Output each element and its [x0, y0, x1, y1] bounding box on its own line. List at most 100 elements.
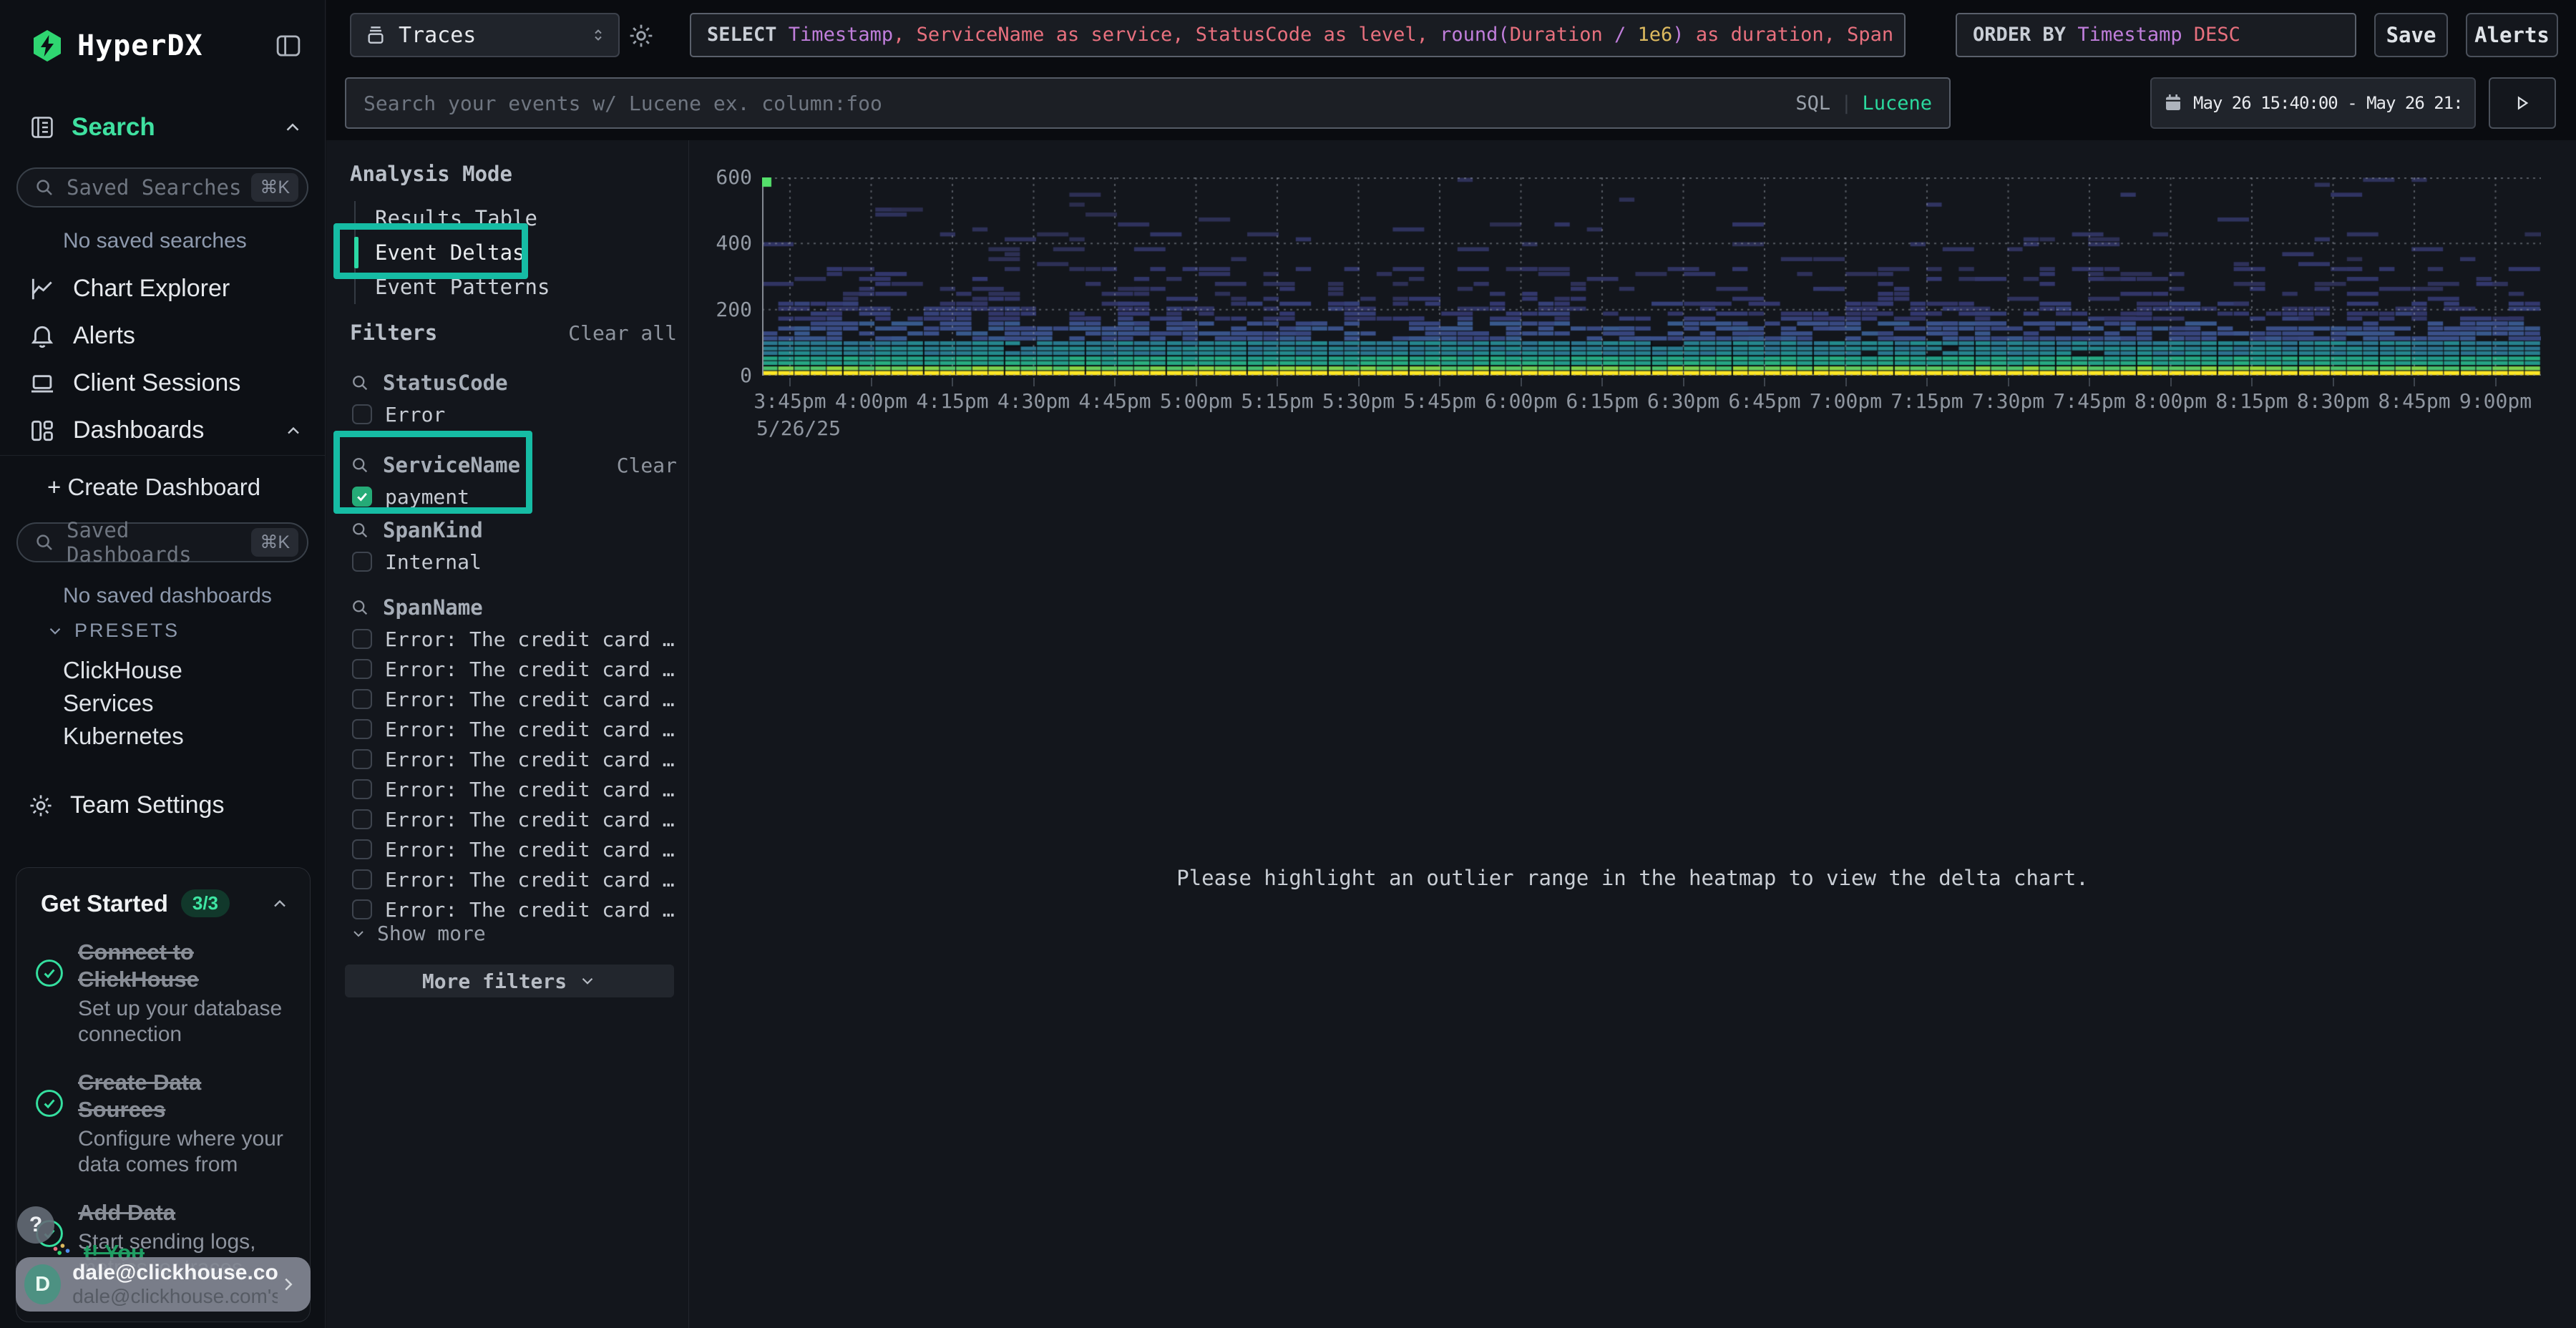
filter-group-clear-button[interactable]: Clear [617, 454, 677, 477]
show-more-button[interactable]: Show more [350, 922, 486, 945]
y-axis-tick-label: 200 [695, 298, 752, 321]
get-started-progress-badge: 3/3 [181, 889, 230, 917]
checkbox-icon[interactable] [352, 869, 372, 889]
chevron-up-icon[interactable] [270, 894, 290, 914]
filter-group-name[interactable]: SpanName [383, 595, 483, 620]
checkbox-icon[interactable] [352, 689, 372, 709]
filter-option-label: Error: The credit card … [385, 868, 675, 892]
sidebar-item-alerts[interactable]: Alerts [29, 322, 303, 350]
x-axis-tick-label: 4:00pm [831, 389, 912, 413]
x-axis-tick [1521, 378, 1522, 386]
sidebar-item-dashboards[interactable]: Dashboards [29, 416, 303, 444]
check-circle-icon [34, 939, 78, 1048]
checkbox-icon[interactable] [352, 779, 372, 799]
filter-option[interactable]: Error: The credit card … [350, 624, 677, 654]
checkbox-icon[interactable] [352, 552, 372, 572]
checkbox-icon[interactable] [352, 809, 372, 829]
checkbox-icon[interactable] [352, 629, 372, 649]
filter-option[interactable]: Error: The credit card … [350, 864, 677, 894]
search-icon[interactable] [350, 597, 370, 617]
checkbox-icon[interactable] [352, 749, 372, 769]
source-select[interactable]: Traces [350, 13, 620, 57]
preset-dashboard-link[interactable]: Services [63, 690, 154, 717]
search-icon[interactable] [350, 373, 370, 393]
analysis-mode-option-label: Event Patterns [375, 275, 550, 299]
checkbox-icon[interactable] [352, 839, 372, 859]
filter-group-name[interactable]: ServiceName [383, 453, 520, 477]
filter-option[interactable]: Internal [350, 547, 677, 577]
sidebar-item-client-sessions[interactable]: Client Sessions [29, 369, 303, 397]
user-menu[interactable]: D dale@clickhouse.com dale@clickhouse.co… [16, 1257, 311, 1312]
x-axis-tick [1601, 378, 1603, 386]
more-filters-button[interactable]: More filters [345, 965, 674, 997]
x-axis-tick-label: 4:45pm [1074, 389, 1156, 413]
checkbox-icon[interactable] [352, 899, 372, 919]
filter-option-label: Error: The credit card … [385, 658, 675, 681]
saved-searches-input[interactable]: Saved Searches ⌘K [16, 167, 308, 208]
filter-option[interactable]: Error: The credit card … [350, 684, 677, 714]
preset-dashboard-link[interactable]: ClickHouse [63, 657, 182, 684]
filter-option-label: Error: The credit card … [385, 628, 675, 651]
checkbox-icon[interactable] [352, 719, 372, 739]
time-range-picker[interactable]: May 26 15:40:00 - May 26 21:10:00 [2150, 77, 2476, 129]
sidebar-item-team-settings[interactable]: Team Settings [27, 791, 224, 819]
x-axis-tick-label: 6:45pm [1724, 389, 1805, 413]
filter-option[interactable]: Error [350, 399, 677, 429]
analysis-mode-option-label: Event Deltas [375, 240, 525, 265]
chevron-up-icon[interactable] [282, 117, 303, 138]
checkbox-icon[interactable] [352, 487, 372, 507]
preset-dashboard-link[interactable]: Kubernetes [63, 723, 184, 750]
alerts-button[interactable]: Alerts [2466, 13, 2558, 57]
get-started-item[interactable]: Create Data Sources Configure where your… [34, 1069, 293, 1178]
analysis-mode-option[interactable]: Event Patterns [356, 270, 655, 304]
duration-heatmap[interactable] [762, 177, 2541, 376]
x-axis-date-label: 5/26/25 [756, 416, 841, 440]
kbd-shortcut-badge: ⌘K [251, 173, 298, 202]
search-section-label: Search [72, 113, 155, 142]
gear-icon[interactable] [627, 21, 655, 50]
filter-group-name[interactable]: StatusCode [383, 371, 508, 395]
get-started-header[interactable]: Get Started 3/3 [16, 868, 310, 933]
checkbox-icon[interactable] [352, 659, 372, 679]
event-search-input[interactable]: Search your events w/ Lucene ex. column:… [345, 77, 1951, 129]
get-started-item[interactable]: Connect to ClickHouse Set up your databa… [34, 939, 293, 1048]
saved-dashboards-input[interactable]: Saved Dashboards ⌘K [16, 522, 308, 562]
sidebar-item-search[interactable]: Search [29, 113, 303, 142]
chevron-up-icon[interactable] [283, 421, 303, 441]
get-started-item-title: Create Data Sources [78, 1069, 293, 1123]
help-button[interactable]: ? [17, 1206, 54, 1244]
x-axis-tick-label: 8:00pm [2130, 389, 2212, 413]
sql-select-input[interactable]: SELECT Timestamp, ServiceName as service… [690, 13, 1906, 57]
analysis-mode-option[interactable]: Results Table [356, 201, 655, 235]
brand-name: HyperDX [77, 29, 203, 62]
lucene-mode-button[interactable]: Lucene [1862, 92, 1932, 114]
checkbox-icon[interactable] [352, 404, 372, 424]
collapse-sidebar-icon[interactable] [273, 31, 303, 61]
filter-option[interactable]: Error: The credit card … [350, 744, 677, 774]
sql-mode-button[interactable]: SQL [1795, 92, 1830, 114]
filter-option[interactable]: payment [350, 482, 677, 512]
search-icon[interactable] [350, 520, 370, 540]
analysis-mode-option[interactable]: Event Deltas [356, 235, 655, 270]
x-axis-tick-label: 5:00pm [1156, 389, 1237, 413]
clear-all-filters-button[interactable]: Clear all [568, 321, 677, 345]
filter-option[interactable]: Error: The credit card … [350, 774, 677, 804]
sidebar-item-chart-explorer[interactable]: Chart Explorer [29, 275, 303, 303]
filter-option[interactable]: Error: The credit card … [350, 654, 677, 684]
create-dashboard-button[interactable]: + Create Dashboard [47, 474, 260, 501]
filter-group-name[interactable]: SpanKind [383, 518, 483, 542]
sql-orderby-input[interactable]: ORDER BY Timestamp DESC [1956, 13, 2356, 57]
filter-option-label: Error: The credit card … [385, 898, 675, 922]
filter-option[interactable]: Error: The credit card … [350, 804, 677, 834]
presets-toggle[interactable]: PRESETS [46, 620, 180, 642]
filter-option[interactable]: Error: The credit card … [350, 894, 677, 924]
filter-option[interactable]: Error: The credit card … [350, 834, 677, 864]
event-search-placeholder: Search your events w/ Lucene ex. column:… [364, 92, 882, 115]
search-icon[interactable] [350, 455, 370, 475]
filter-option[interactable]: Error: The credit card … [350, 714, 677, 744]
nav-label: Chart Explorer [73, 275, 230, 303]
x-axis-tick-label: 4:30pm [993, 389, 1075, 413]
x-axis-tick [2251, 378, 2253, 386]
run-query-button[interactable] [2489, 77, 2556, 129]
save-button[interactable]: Save [2374, 13, 2448, 57]
